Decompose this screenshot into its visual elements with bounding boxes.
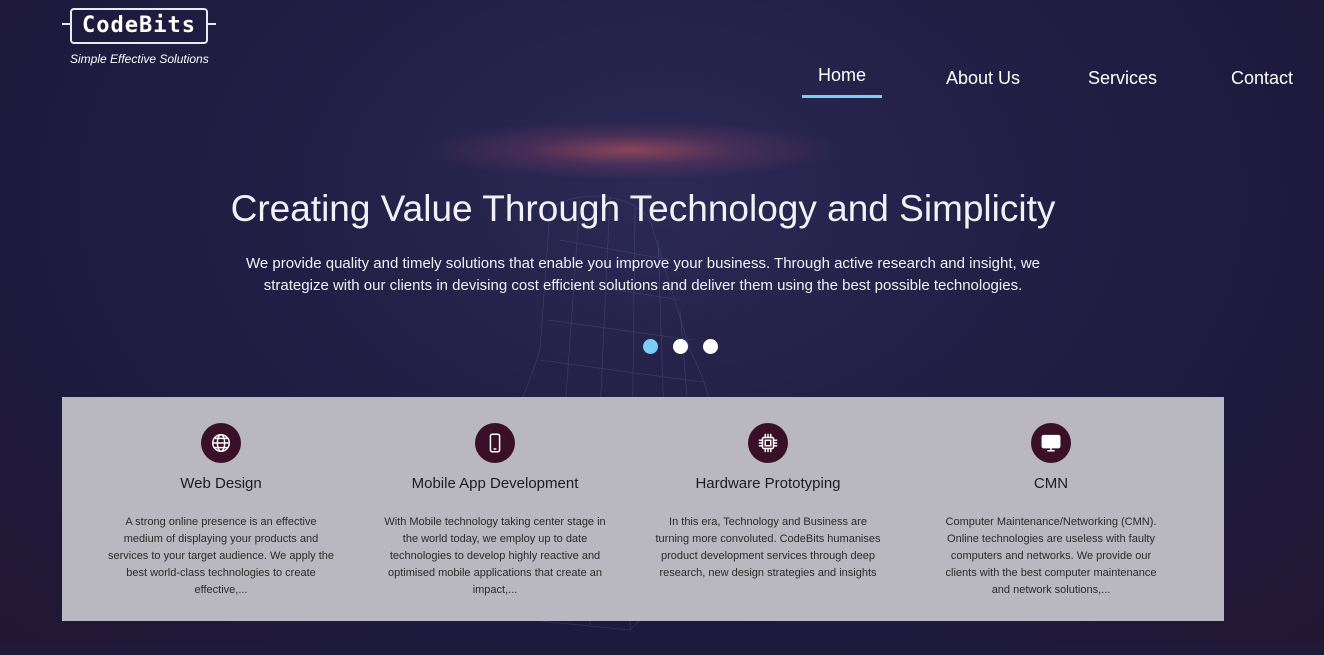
services-panel: Web Design A strong online presence is a… (62, 397, 1224, 621)
service-card-mobile-app[interactable]: Mobile App Development With Mobile techn… (375, 397, 615, 599)
brand-logo[interactable]: CodeBits Simple Effective Solutions (62, 8, 230, 66)
carousel-dot-1[interactable] (643, 339, 658, 354)
carousel-dot-3[interactable] (703, 339, 718, 354)
monitor-icon (1031, 423, 1071, 463)
nav-active-indicator (802, 95, 882, 98)
globe-icon (201, 423, 241, 463)
service-card-web-design[interactable]: Web Design A strong online presence is a… (101, 397, 341, 599)
carousel-indicators (643, 339, 723, 355)
hero-description: We provide quality and timely solutions … (245, 255, 1041, 294)
logo-wordmark: CodeBits (62, 8, 216, 44)
brand-tagline: Simple Effective Solutions (70, 52, 209, 66)
service-card-hardware[interactable]: Hardware Prototyping In this era, Techno… (648, 397, 888, 582)
service-card-cmn[interactable]: CMN Computer Maintenance/Networking (CMN… (931, 397, 1171, 599)
service-description: A strong online presence is an effective… (107, 516, 335, 596)
service-description: With Mobile technology taking center sta… (384, 516, 606, 596)
hero-title: Creating Value Through Technology and Si… (230, 188, 1056, 229)
nav-item-contact[interactable]: Contact (1231, 68, 1293, 89)
nav-item-about-us[interactable]: About Us (946, 68, 1020, 89)
mobile-phone-icon (475, 423, 515, 463)
service-title: Hardware Prototyping (695, 475, 841, 492)
service-description: In this era, Technology and Business are… (655, 516, 881, 579)
nav-item-services[interactable]: Services (1088, 68, 1157, 89)
chip-icon (748, 423, 788, 463)
service-title: Web Design (180, 475, 262, 492)
service-title: CMN (1033, 475, 1069, 492)
page-bottom-edge (0, 645, 1324, 655)
carousel-dot-2[interactable] (673, 339, 688, 354)
nav-item-home[interactable]: Home (818, 65, 866, 86)
service-title: Mobile App Development (411, 475, 579, 492)
service-description: Computer Maintenance/Networking (CMN). O… (945, 516, 1157, 596)
